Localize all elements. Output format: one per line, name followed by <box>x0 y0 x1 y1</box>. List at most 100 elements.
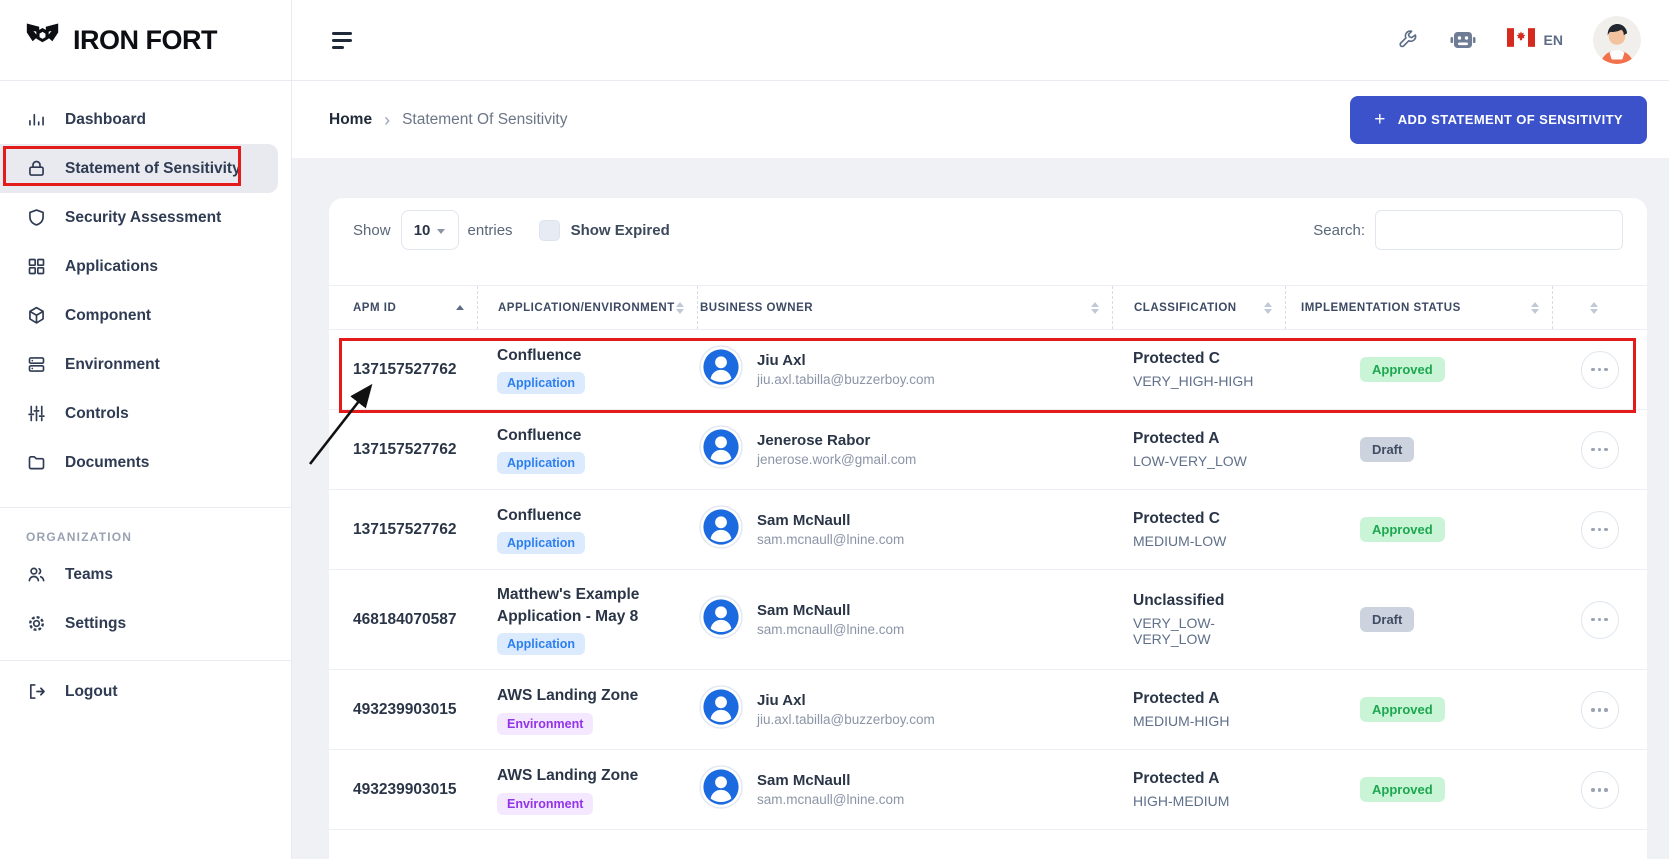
sidebar-item-controls[interactable]: Controls <box>0 389 278 438</box>
sidebar-section-label: ORGANIZATION <box>26 530 291 544</box>
application-cell: Confluence Application <box>477 491 697 569</box>
owner-avatar-icon <box>699 345 743 394</box>
row-actions-button[interactable] <box>1581 771 1619 809</box>
owner-avatar-icon <box>699 595 743 644</box>
sidebar-item-settings[interactable]: Settings <box>0 599 278 648</box>
sidebar-item-statement-of-sensitivity[interactable]: Statement of Sensitivity <box>0 144 278 193</box>
row-actions-button[interactable] <box>1581 691 1619 729</box>
row-actions-button[interactable] <box>1581 351 1619 389</box>
column-header-apm-id[interactable]: APM ID <box>329 286 477 329</box>
sidebar-nav: Dashboard Statement of Sensitivity Secur… <box>0 81 291 487</box>
search-label: Search: <box>1313 222 1365 239</box>
sort-icons <box>1531 302 1539 314</box>
logout-icon <box>26 681 47 702</box>
row-actions-button[interactable] <box>1581 511 1619 549</box>
apm-id-cell: 468184070587 <box>329 611 477 629</box>
owner-cell: Sam McNaull sam.mcnaull@lnine.com <box>697 765 1112 814</box>
status-badge: Approved <box>1360 517 1445 542</box>
apm-id-cell: 137157527762 <box>329 441 477 459</box>
page-size-select[interactable]: 10 <box>401 210 459 250</box>
sidebar-item-dashboard[interactable]: Dashboard <box>0 95 278 144</box>
add-statement-button[interactable]: + ADD STATEMENT OF SENSITIVITY <box>1350 96 1647 144</box>
sidebar-item-teams[interactable]: Teams <box>0 550 278 599</box>
content-area: Show 10 entries Show Expired Search: APM… <box>292 158 1669 859</box>
status-cell: Approved <box>1285 517 1552 542</box>
type-badge: Environment <box>497 713 593 735</box>
classification-cell: Protected A MEDIUM-HIGH <box>1112 690 1285 729</box>
table-row: 137157527762 Confluence Application Jiu … <box>329 330 1647 410</box>
statements-card: Show 10 entries Show Expired Search: APM… <box>329 198 1647 859</box>
type-badge: Application <box>497 532 585 554</box>
type-badge: Application <box>497 452 585 474</box>
bar-chart-icon <box>26 109 47 130</box>
user-avatar[interactable] <box>1593 16 1641 64</box>
main-area: EN H <box>292 0 1669 859</box>
table-body: 137157527762 Confluence Application Jiu … <box>329 330 1647 830</box>
status-badge: Approved <box>1360 357 1445 382</box>
owner-avatar-icon <box>699 765 743 814</box>
sidebar-item-logout[interactable]: Logout <box>0 667 278 716</box>
sidebar-item-applications[interactable]: Applications <box>0 242 278 291</box>
application-cell: AWS Landing Zone Environment <box>477 751 697 829</box>
topbar: EN <box>292 0 1669 81</box>
brand-logo-icon <box>24 21 61 59</box>
grid-icon <box>26 256 47 277</box>
show-label: Show <box>353 222 391 239</box>
server-icon <box>26 354 47 375</box>
brand-name: IRON FORT <box>73 25 217 56</box>
table-row: 137157527762 Confluence Application Sam … <box>329 490 1647 570</box>
sort-icons <box>1590 302 1598 314</box>
brand-logo[interactable]: IRON FORT <box>0 0 291 81</box>
apm-id-cell: 137157527762 <box>329 361 477 379</box>
owner-avatar-icon <box>699 685 743 734</box>
language-selector[interactable]: EN <box>1507 28 1563 52</box>
show-expired-label: Show Expired <box>571 222 670 239</box>
table-controls: Show 10 entries Show Expired Search: <box>353 210 1623 250</box>
canada-flag-icon <box>1507 28 1535 52</box>
type-badge: Application <box>497 633 585 655</box>
sidebar-divider <box>0 507 291 508</box>
sort-icons <box>676 302 684 314</box>
type-badge: Environment <box>497 793 593 815</box>
menu-toggle-icon[interactable] <box>332 32 352 49</box>
type-badge: Application <box>497 372 585 394</box>
row-actions-button[interactable] <box>1581 601 1619 639</box>
plus-icon: + <box>1374 110 1386 129</box>
cube-icon <box>26 305 47 326</box>
users-icon <box>26 564 47 585</box>
column-header-business-owner[interactable]: BUSINESS OWNER <box>697 286 1112 329</box>
sidebar-item-environment[interactable]: Environment <box>0 340 278 389</box>
column-header-application-environment[interactable]: APPLICATION/ENVIRONMENT <box>477 286 697 329</box>
breadcrumb-home-link[interactable]: Home <box>329 111 372 129</box>
breadcrumb-current: Statement Of Sensitivity <box>402 111 567 129</box>
robot-icon[interactable] <box>1449 28 1477 52</box>
shield-icon <box>26 207 47 228</box>
sidebar: IRON FORT Dashboard Statement of Sensiti… <box>0 0 292 859</box>
app-root: IRON FORT Dashboard Statement of Sensiti… <box>0 0 1669 859</box>
sidebar-item-documents[interactable]: Documents <box>0 438 278 487</box>
sliders-icon <box>26 403 47 424</box>
status-cell: Approved <box>1285 777 1552 802</box>
table-row: 493239903015 AWS Landing Zone Environmen… <box>329 750 1647 830</box>
column-header-implementation-status[interactable]: IMPLEMENTATION STATUS <box>1285 286 1552 329</box>
lock-icon <box>26 158 47 179</box>
sidebar-item-component[interactable]: Component <box>0 291 278 340</box>
sidebar-item-security-assessment[interactable]: Security Assessment <box>0 193 278 242</box>
show-expired-checkbox[interactable] <box>539 220 560 241</box>
row-actions-button[interactable] <box>1581 431 1619 469</box>
status-badge: Approved <box>1360 777 1445 802</box>
wrench-icon[interactable] <box>1396 29 1419 52</box>
apm-id-cell: 493239903015 <box>329 701 477 719</box>
owner-avatar-icon <box>699 505 743 554</box>
entries-label: entries <box>468 222 513 239</box>
application-cell: AWS Landing Zone Environment <box>477 671 697 749</box>
status-cell: Draft <box>1285 607 1552 632</box>
classification-cell: Unclassified VERY_LOW-VERY_LOW <box>1112 592 1285 647</box>
chevron-down-icon <box>437 229 445 234</box>
column-header-actions[interactable] <box>1552 286 1647 329</box>
owner-cell: Sam McNaull sam.mcnaull@lnine.com <box>697 505 1112 554</box>
actions-cell <box>1552 351 1647 389</box>
column-header-classification[interactable]: CLASSIFICATION <box>1112 286 1285 329</box>
application-cell: Confluence Application <box>477 411 697 489</box>
search-input[interactable] <box>1375 210 1623 250</box>
